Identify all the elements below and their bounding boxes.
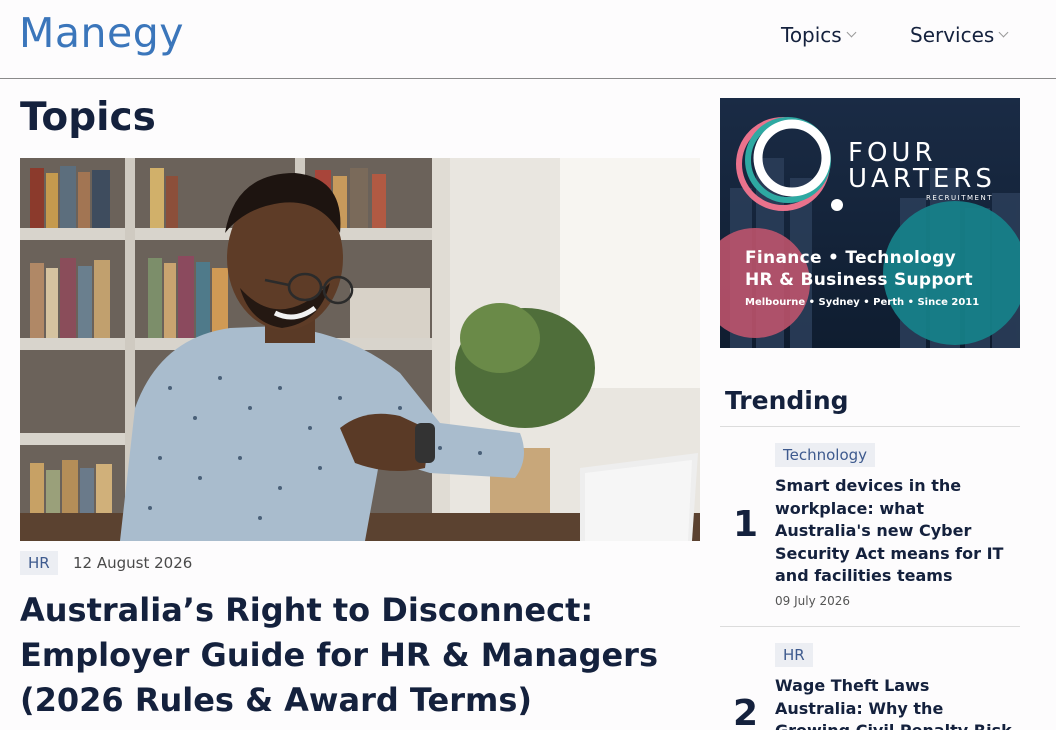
featured-tag[interactable]: HR xyxy=(20,551,58,575)
featured-article-image[interactable] xyxy=(20,158,700,541)
trending-title[interactable]: Wage Theft Laws Australia: Why the Growi… xyxy=(775,675,1020,730)
divider xyxy=(720,426,1020,427)
trending-date: 09 July 2026 xyxy=(775,594,851,608)
nav-topics-label: Topics xyxy=(781,23,842,47)
nav-services[interactable]: Services xyxy=(910,23,1009,47)
divider xyxy=(720,626,1020,627)
trending-tag[interactable]: HR xyxy=(775,643,813,667)
trending-heading: Trending xyxy=(725,386,849,415)
ad-locations: Melbourne • Sydney • Perth • Since 2011 xyxy=(745,297,980,308)
ad-brand-sub: RECRUITMENT xyxy=(926,194,993,202)
trending-rank: 1 xyxy=(733,504,759,545)
trending-rank: 2 xyxy=(733,693,759,730)
trending-title[interactable]: Smart devices in the workplace: what Aus… xyxy=(775,475,1020,588)
advertisement-banner[interactable]: FOUR UARTERS RECRUITMENT Finance • Techn… xyxy=(720,98,1020,348)
ad-tagline-2: HR & Business Support xyxy=(745,270,973,290)
ad-brand-line2: UARTERS xyxy=(848,164,996,194)
chevron-down-icon xyxy=(846,27,857,38)
featured-article-title[interactable]: Australia’s Right to Disconnect: Employe… xyxy=(20,588,660,723)
nav-topics[interactable]: Topics xyxy=(781,23,857,47)
chevron-down-icon xyxy=(998,27,1009,38)
ad-tagline-1: Finance • Technology xyxy=(745,248,957,268)
nav-services-label: Services xyxy=(910,23,995,47)
site-header: Manegy Topics Services xyxy=(0,0,1056,79)
site-logo[interactable]: Manegy xyxy=(19,9,184,57)
page-title: Topics xyxy=(20,95,156,140)
trending-tag[interactable]: Technology xyxy=(775,443,876,467)
featured-date: 12 August 2026 xyxy=(73,554,193,572)
